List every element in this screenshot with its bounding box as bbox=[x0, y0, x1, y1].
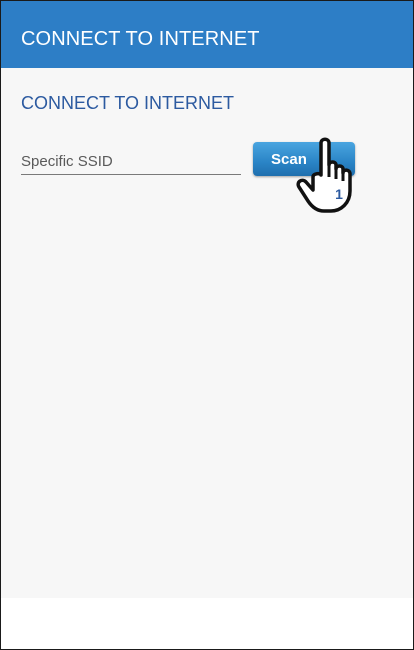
content-area: CONNECT TO INTERNET Scan bbox=[1, 68, 413, 598]
bottom-blank-area bbox=[1, 598, 413, 649]
app-bar: CONNECT TO INTERNET bbox=[1, 1, 413, 68]
app-bar-title: CONNECT TO INTERNET bbox=[21, 28, 260, 50]
section-title: CONNECT TO INTERNET bbox=[21, 93, 235, 113]
scan-button[interactable]: Scan bbox=[253, 142, 355, 176]
ssid-input[interactable] bbox=[21, 148, 241, 175]
phone-screen: CONNECT TO INTERNET CONNECT TO INTERNET … bbox=[0, 0, 414, 650]
